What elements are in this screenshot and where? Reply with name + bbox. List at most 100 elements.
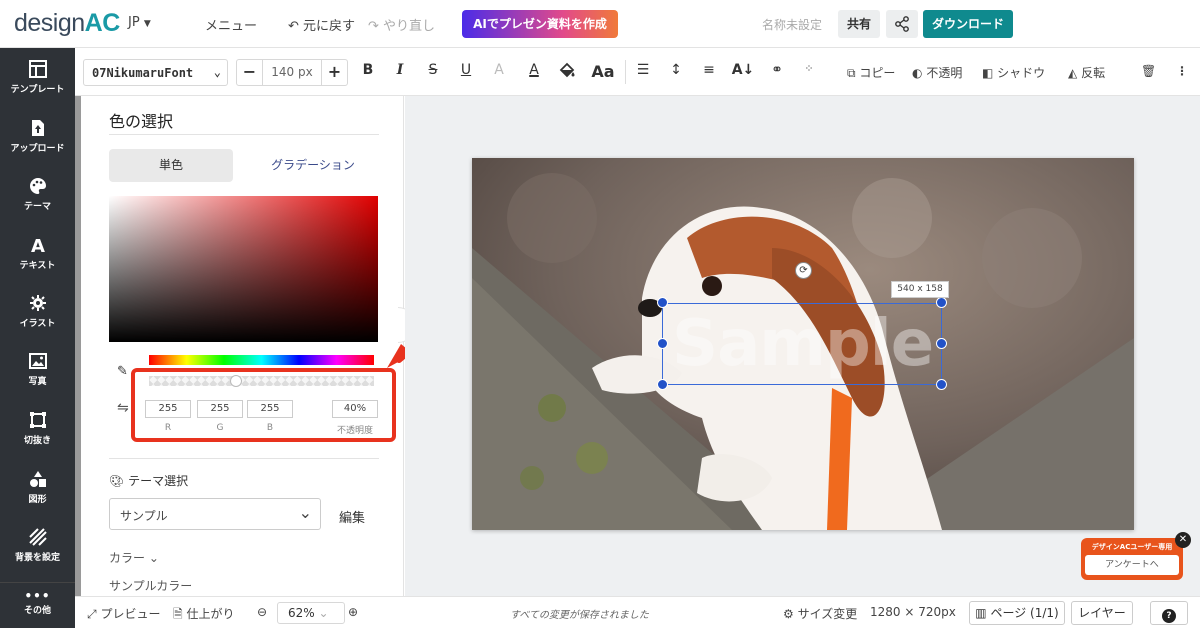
sidebar-item-template[interactable]: テンプレート — [0, 50, 75, 108]
sidebar-item-theme[interactable]: テーマ — [0, 167, 75, 225]
download-button[interactable]: ダウンロード — [923, 10, 1013, 38]
trash-icon: 🗑︎ — [1141, 64, 1157, 78]
opacity-icon: ◐ — [912, 66, 923, 80]
dimension-label: 540 x 158 — [891, 281, 949, 298]
opacity-button[interactable]: ◐ 不透明 — [912, 64, 962, 81]
bold-button[interactable]: B — [358, 62, 378, 78]
selection-box[interactable] — [662, 303, 942, 385]
finish-preview-button[interactable]: 🗎︎ 仕上がり — [173, 605, 235, 626]
copy-icon: ⧉ — [847, 66, 856, 80]
undo-icon: ↶ — [288, 19, 299, 34]
vertical-text-icon[interactable]: A↓ — [731, 62, 755, 78]
text-icon: A — [31, 236, 45, 254]
saturation-value-picker[interactable] — [109, 196, 378, 342]
palette-icon — [29, 178, 46, 194]
book-icon: ▥ — [975, 606, 987, 620]
resize-handle-br[interactable] — [936, 379, 947, 390]
tab-solid-color[interactable]: 単色 — [109, 149, 233, 182]
flip-button[interactable]: ◭ 反転 — [1068, 64, 1105, 81]
font-size-decrease-button[interactable]: − — [237, 60, 263, 85]
survey-popup: デザインACユーザー専用 アンケートへ — [1081, 538, 1183, 580]
zoom-in-icon[interactable]: ⊕ — [348, 605, 358, 619]
resize-handle-l[interactable] — [657, 338, 668, 349]
resize-button[interactable]: ⚙ サイズ変更 — [783, 605, 857, 622]
sidebar-item-crop[interactable]: 切抜き — [0, 401, 75, 459]
chevron-down-icon: ⌄ — [213, 65, 221, 79]
sidebar-item-more[interactable]: ••• その他 — [0, 582, 75, 628]
font-size-increase-button[interactable]: + — [321, 60, 347, 85]
top-bar: designAC JP ▼ メニュー ↶ 元に戻す ↷ やり直し AIでプレゼン… — [0, 0, 1200, 48]
resize-handle-bl[interactable] — [657, 379, 668, 390]
ai-presentation-button[interactable]: AIでプレゼン資料を作成 — [462, 10, 618, 38]
page-button[interactable]: ▥ ページ (1/1) — [969, 601, 1065, 625]
palette-icon: 🎨︎ — [109, 474, 125, 488]
menu-button[interactable]: メニュー — [205, 15, 257, 34]
highlight-frame — [131, 368, 396, 442]
case-button[interactable]: Aa — [589, 62, 617, 81]
logo[interactable]: designAC — [14, 9, 120, 38]
illustration-icon — [29, 295, 46, 311]
tab-gradient[interactable]: グラデーション — [251, 149, 375, 182]
sidebar-item-photo[interactable]: 写真 — [0, 342, 75, 400]
flip-icon: ◭ — [1068, 66, 1078, 80]
fill-bucket-icon[interactable] — [557, 62, 577, 82]
close-icon[interactable]: ✕ — [1175, 532, 1191, 548]
font-size-stepper: − 140 px + — [236, 59, 348, 86]
redo-button[interactable]: ↷ やり直し — [368, 15, 435, 34]
outline-text-button[interactable]: A — [489, 62, 509, 78]
shadow-button[interactable]: ◧ シャドウ — [982, 64, 1045, 81]
swap-icon[interactable]: ⇋ — [117, 400, 129, 416]
copy-button[interactable]: ⧉ コピー — [847, 64, 895, 81]
document-name[interactable]: 名称未設定 — [762, 16, 822, 33]
sidebar-item-background[interactable]: 背景を設定 — [0, 518, 75, 576]
canvas-dimensions: 1280 × 720px — [870, 605, 956, 619]
survey-button[interactable]: アンケートへ — [1085, 555, 1179, 575]
language-select[interactable]: JP ▼ — [128, 15, 151, 30]
share-link-button[interactable] — [886, 10, 918, 38]
resize-handle-tl[interactable] — [657, 297, 668, 308]
resize-handle-r[interactable] — [936, 338, 947, 349]
delete-button[interactable]: 🗑︎ — [1141, 64, 1156, 78]
font-size-input[interactable]: 140 px — [263, 60, 321, 85]
align-center-icon[interactable]: ☰ — [633, 62, 653, 78]
resize-handle-tr[interactable] — [936, 297, 947, 308]
theme-select[interactable]: サンプル ⌄ — [109, 498, 321, 530]
color-section-toggle[interactable]: カラー ⌄ — [109, 549, 159, 566]
sidebar-item-text[interactable]: A テキスト — [0, 226, 75, 284]
underline-button[interactable]: U — [456, 62, 476, 78]
strikethrough-button[interactable]: S — [423, 62, 443, 78]
share-button[interactable]: 共有 — [838, 10, 880, 38]
layer-button[interactable]: レイヤー — [1071, 601, 1133, 625]
background-icon — [28, 528, 47, 546]
line-height-icon[interactable]: ↕ — [666, 62, 686, 78]
link-icon[interactable]: ⚭ — [767, 62, 787, 78]
theme-section-title: 🎨︎ テーマ選択 — [109, 474, 189, 488]
expand-icon: ⤢ — [87, 607, 97, 621]
hue-slider[interactable] — [149, 355, 374, 365]
sidebar-item-shapes[interactable]: 図形 — [0, 460, 75, 518]
preview-button[interactable]: ⤢ プレビュー — [87, 605, 160, 622]
zoom-select[interactable]: 62% ⌄ — [277, 602, 345, 624]
color-panel: 色の選択 単色 グラデーション ✎ ⇋ 255 255 255 40% R G … — [81, 96, 441, 596]
zoom-out-icon[interactable]: ⊖ — [257, 605, 267, 619]
eyedropper-icon[interactable]: ✎ — [117, 364, 128, 379]
rotate-icon[interactable]: ⟳ — [795, 262, 812, 279]
shapes-icon — [29, 471, 46, 487]
toolbar-divider — [625, 60, 626, 84]
undo-button[interactable]: ↶ 元に戻す — [288, 15, 355, 34]
left-sidebar: テンプレート アップロード テーマ A テキスト イラスト 写真 切抜き 図形 … — [0, 48, 75, 628]
more-options-button[interactable]: ⋮ — [1176, 64, 1188, 78]
list-icon[interactable]: ≡ — [699, 62, 719, 78]
sidebar-item-illustration[interactable]: イラスト — [0, 284, 75, 342]
redo-icon: ↷ — [368, 19, 379, 34]
sidebar-item-upload[interactable]: アップロード — [0, 109, 75, 167]
font-select[interactable]: 07NikumaruFont ⌄ — [83, 59, 228, 86]
effects-icon[interactable]: ⁘ — [799, 62, 819, 75]
help-button[interactable]: ? — [1150, 601, 1188, 625]
italic-button[interactable]: I — [390, 62, 410, 78]
chevron-down-icon: ⌄ — [318, 606, 329, 620]
shadow-icon: ◧ — [982, 66, 994, 80]
text-color-button[interactable]: A — [524, 62, 544, 78]
theme-edit-button[interactable]: 編集 — [339, 507, 365, 526]
help-icon: ? — [1162, 609, 1176, 623]
